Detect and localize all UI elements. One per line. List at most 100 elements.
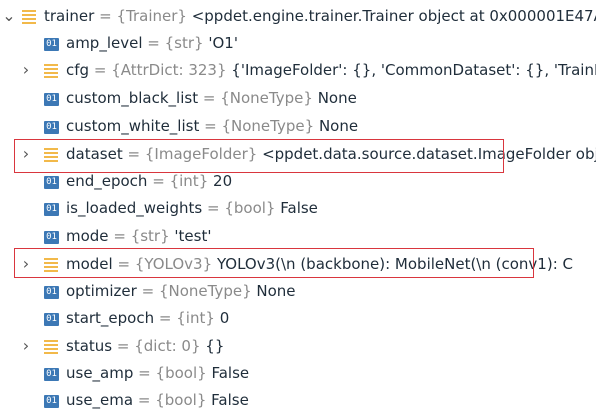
tree-row-use-ema[interactable]: 01 use_ema = {bool} False: [0, 387, 596, 414]
field-icon: 01: [44, 93, 59, 106]
field-icon: 01: [44, 368, 59, 381]
equals-sign: =: [158, 309, 172, 327]
variable-value: <ppdet.engine.trainer.Trainer object at …: [191, 7, 596, 25]
chevron-right-icon[interactable]: ›: [19, 141, 33, 168]
field-icon: 01: [44, 313, 59, 326]
variable-name: dataset: [66, 145, 123, 163]
variable-value: 20: [213, 172, 233, 190]
chevron-right-icon[interactable]: ›: [19, 57, 33, 84]
variable-name: trainer: [44, 7, 95, 25]
equals-sign: =: [152, 172, 165, 190]
tree-row-amp-level[interactable]: 01 amp_level = {str} 'O1': [0, 30, 596, 57]
row-text: custom_white_list = {NoneType} None: [66, 113, 358, 140]
object-icon: [44, 148, 58, 162]
equals-sign: =: [99, 7, 112, 25]
variable-name: custom_black_list: [66, 89, 199, 107]
tree-row-dataset[interactable]: › dataset = {ImageFolder} <ppdet.data.so…: [0, 141, 596, 168]
row-text: is_loaded_weights = {bool} False: [66, 195, 318, 222]
variable-type: {ImageFolder}: [144, 145, 258, 163]
variable-name: use_amp: [66, 364, 134, 382]
row-text: custom_black_list = {NoneType} None: [66, 85, 357, 112]
variable-name: is_loaded_weights: [66, 199, 203, 217]
variable-type: {int}: [169, 172, 209, 190]
equals-sign: =: [93, 61, 107, 79]
debugger-variables-tree: ⌄ trainer = {Trainer} <ppdet.engine.trai…: [0, 0, 596, 414]
variable-name: optimizer: [66, 282, 137, 300]
variable-type: {dict: 0}: [134, 337, 201, 355]
equals-sign: =: [116, 337, 130, 355]
tree-row-model[interactable]: › model = {YOLOv3} YOLOv3(\n (backbone):…: [0, 251, 596, 278]
field-icon: 01: [44, 231, 59, 244]
field-icon: 01: [44, 203, 59, 216]
variable-value: 'O1': [208, 34, 238, 52]
chevron-right-icon[interactable]: ›: [19, 251, 33, 278]
row-text: trainer = {Trainer} <ppdet.engine.traine…: [44, 3, 596, 30]
variable-type: {NoneType}: [220, 89, 313, 107]
field-icon: 01: [44, 395, 59, 408]
row-text: model = {YOLOv3} YOLOv3(\n (backbone): M…: [66, 251, 573, 278]
object-icon: [22, 10, 36, 24]
field-icon: 01: [44, 38, 59, 51]
row-text: mode = {str} 'test': [66, 223, 211, 250]
variable-value: 0: [219, 309, 230, 327]
variable-type: {int}: [176, 309, 215, 327]
row-text: end_epoch = {int} 20: [66, 168, 232, 195]
tree-row-trainer[interactable]: ⌄ trainer = {Trainer} <ppdet.engine.trai…: [0, 3, 596, 30]
equals-sign: =: [113, 227, 126, 245]
tree-row-status[interactable]: › status = {dict: 0} {}: [0, 333, 596, 360]
row-text: use_amp = {bool} False: [66, 360, 249, 387]
row-text: start_epoch = {int} 0: [66, 305, 229, 332]
tree-row-is-loaded-weights[interactable]: 01 is_loaded_weights = {bool} False: [0, 195, 596, 222]
tree-row-custom-black-list[interactable]: 01 custom_black_list = {NoneType} None: [0, 85, 596, 112]
field-icon: 01: [44, 286, 59, 299]
chevron-down-icon[interactable]: ⌄: [2, 3, 16, 30]
tree-row-start-epoch[interactable]: 01 start_epoch = {int} 0: [0, 305, 596, 332]
variable-value: {}: [205, 337, 225, 355]
row-text: use_ema = {bool} False: [66, 387, 249, 414]
variable-type: {str}: [130, 227, 170, 245]
equals-sign: =: [206, 199, 220, 217]
variable-type: {NoneType}: [221, 117, 315, 135]
variable-name: status: [66, 337, 113, 355]
variable-value: False: [211, 391, 249, 409]
variable-value: None: [317, 89, 357, 107]
variable-name: use_ema: [66, 391, 134, 409]
equals-sign: =: [141, 282, 155, 300]
variable-type: {str}: [164, 34, 204, 52]
variable-value: None: [318, 117, 359, 135]
variable-name: model: [66, 255, 113, 273]
variable-type: {NoneType}: [158, 282, 252, 300]
variable-name: amp_level: [66, 34, 143, 52]
variable-value: YOLOv3(\n (backbone): MobileNet(\n (conv…: [216, 255, 573, 273]
variable-type: {bool}: [155, 391, 207, 409]
tree-row-cfg[interactable]: › cfg = {AttrDict: 323} {'ImageFolder': …: [0, 57, 596, 84]
tree-row-custom-white-list[interactable]: 01 custom_white_list = {NoneType} None: [0, 113, 596, 140]
object-icon: [44, 258, 58, 272]
equals-sign: =: [117, 255, 131, 273]
variable-value: {'ImageFolder': {}, 'CommonDataset': {},…: [231, 61, 596, 79]
variable-type: {Trainer}: [116, 7, 187, 25]
variable-value: False: [211, 364, 250, 382]
variable-type: {AttrDict: 323}: [111, 61, 227, 79]
variable-value: 'test': [174, 227, 212, 245]
tree-row-end-epoch[interactable]: 01 end_epoch = {int} 20: [0, 168, 596, 195]
object-icon: [44, 64, 58, 78]
tree-row-optimizer[interactable]: 01 optimizer = {NoneType} None: [0, 278, 596, 305]
tree-row-mode[interactable]: 01 mode = {str} 'test': [0, 223, 596, 250]
row-text: amp_level = {str} 'O1': [66, 30, 238, 57]
row-text: dataset = {ImageFolder} <ppdet.data.sour…: [66, 141, 596, 168]
row-text: cfg = {AttrDict: 323} {'ImageFolder': {}…: [66, 57, 596, 84]
tree-row-use-amp[interactable]: 01 use_amp = {bool} False: [0, 360, 596, 387]
variable-name: cfg: [66, 61, 90, 79]
object-icon: [44, 340, 58, 354]
chevron-right-icon[interactable]: ›: [19, 333, 33, 360]
variable-name: custom_white_list: [66, 117, 200, 135]
variable-name: start_epoch: [66, 309, 155, 327]
equals-sign: =: [147, 34, 160, 52]
equals-sign: =: [127, 145, 141, 163]
row-text: status = {dict: 0} {}: [66, 333, 224, 360]
equals-sign: =: [138, 364, 151, 382]
variable-value: None: [256, 282, 296, 300]
row-text: optimizer = {NoneType} None: [66, 278, 296, 305]
variable-type: {bool}: [155, 364, 207, 382]
